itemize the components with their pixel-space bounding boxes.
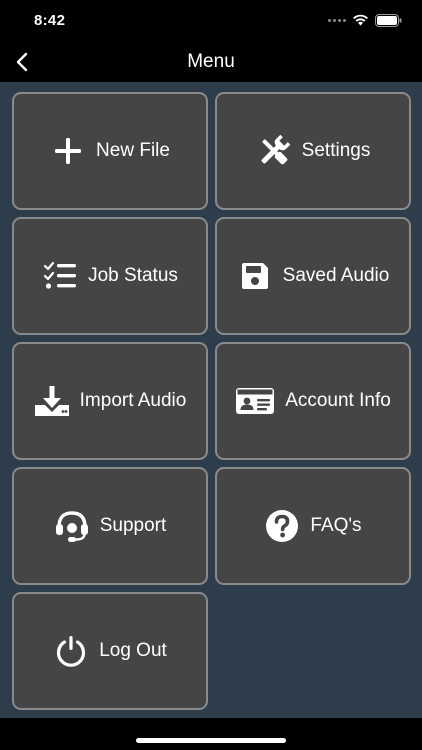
- log-out-label: Log Out: [99, 640, 167, 661]
- checklist-icon: [42, 258, 78, 294]
- job-status-label: Job Status: [88, 265, 178, 286]
- floppy-disk-icon: [237, 258, 273, 294]
- wifi-icon: [353, 14, 368, 26]
- faqs-button[interactable]: FAQ's: [215, 467, 411, 585]
- new-file-label: New File: [96, 140, 170, 161]
- question-circle-icon: [264, 508, 300, 544]
- support-button[interactable]: Support: [12, 467, 208, 585]
- home-indicator-area: [0, 718, 422, 750]
- tools-icon: [256, 133, 292, 169]
- battery-icon: [375, 13, 402, 27]
- import-audio-label: Import Audio: [79, 390, 187, 411]
- saved-audio-label: Saved Audio: [282, 265, 390, 286]
- support-label: Support: [99, 515, 167, 536]
- download-icon: [34, 383, 70, 419]
- account-info-label: Account Info: [285, 390, 391, 411]
- job-status-button[interactable]: Job Status: [12, 217, 208, 335]
- id-card-icon: [235, 383, 275, 419]
- settings-button[interactable]: Settings: [215, 92, 411, 210]
- page-title: Menu: [187, 51, 235, 72]
- saved-audio-button[interactable]: Saved Audio: [215, 217, 411, 335]
- status-icons: [328, 13, 402, 27]
- status-bar: 8:42: [0, 0, 422, 42]
- headset-icon: [54, 508, 90, 544]
- power-icon: [53, 633, 89, 669]
- import-audio-button[interactable]: Import Audio: [12, 342, 208, 460]
- new-file-button[interactable]: New File: [12, 92, 208, 210]
- home-indicator[interactable]: [136, 738, 286, 743]
- account-info-button[interactable]: Account Info: [215, 342, 411, 460]
- nav-bar: Menu: [0, 42, 422, 82]
- menu-grid: New File Settings Job Status Saved Audio…: [0, 82, 422, 718]
- log-out-button[interactable]: Log Out: [12, 592, 208, 710]
- plus-icon: [50, 133, 86, 169]
- status-time: 8:42: [34, 12, 66, 29]
- settings-label: Settings: [301, 140, 371, 161]
- faqs-label: FAQ's: [310, 515, 362, 536]
- cellular-signal-icon: [328, 18, 346, 22]
